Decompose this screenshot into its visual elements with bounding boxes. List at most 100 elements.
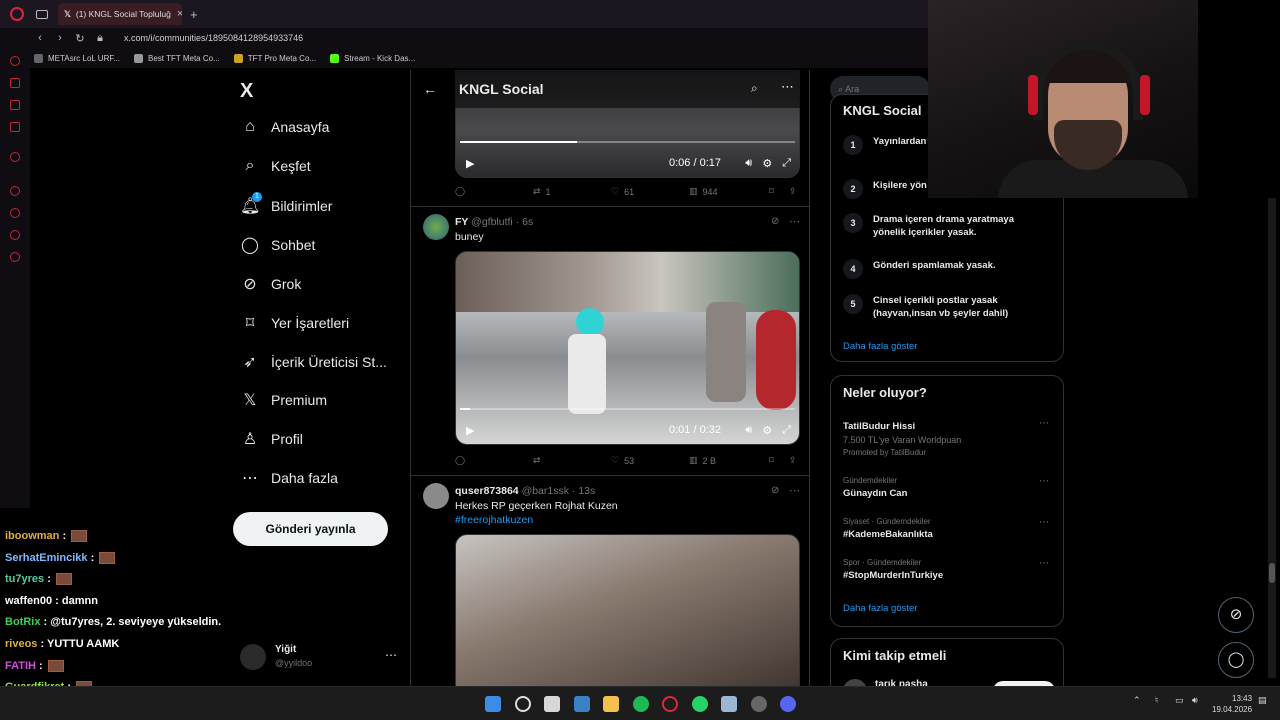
- back-arrow-icon[interactable]: ←: [423, 81, 437, 97]
- more-icon[interactable]: ⋯: [1039, 418, 1049, 429]
- discord-icon[interactable]: [780, 696, 796, 712]
- messages-floating-icon[interactable]: ◯: [1218, 642, 1254, 678]
- more-icon[interactable]: ⋯: [1039, 517, 1049, 528]
- fullscreen-icon[interactable]: ⤢: [782, 424, 791, 437]
- sidebar-app-icon[interactable]: [10, 100, 20, 110]
- like-button[interactable]: ♡ 61: [611, 186, 689, 197]
- tab-menu-icon[interactable]: [36, 9, 48, 19]
- bookmark-item[interactable]: METAsrc LoL URF...: [34, 53, 120, 63]
- play-icon[interactable]: ▶: [466, 157, 474, 170]
- system-clock[interactable]: 13:43 19.04.2026: [1212, 693, 1252, 715]
- folder-icon[interactable]: [603, 696, 619, 712]
- app-icon[interactable]: [721, 696, 737, 712]
- avatar[interactable]: [423, 483, 449, 509]
- back-icon[interactable]: ‹: [30, 32, 50, 44]
- chat-username[interactable]: riveos: [5, 638, 37, 650]
- tweet-media[interactable]: [455, 534, 800, 686]
- trend-item[interactable]: Gündemdekiler Günaydın Can ⋯: [843, 476, 1055, 499]
- tray-chevron-icon[interactable]: ⌃: [1133, 695, 1141, 706]
- whatsapp-icon[interactable]: [692, 696, 708, 712]
- history-icon[interactable]: [10, 208, 20, 218]
- avatar[interactable]: [423, 214, 449, 240]
- spotify-icon[interactable]: [633, 696, 649, 712]
- tweet-author[interactable]: FY @gfblutfi · 6s: [455, 216, 533, 228]
- nav-item-anasayfa[interactable]: ⌂ Anasayfa: [240, 118, 329, 136]
- trend-item[interactable]: TatilBudur Hissi 7.500 TL'ye Varan Worldp…: [843, 418, 1055, 457]
- settings-icon[interactable]: [10, 252, 20, 262]
- views-button[interactable]: ▥ 944: [689, 186, 769, 197]
- settings-icon[interactable]: ⚙: [762, 424, 772, 437]
- more-icon[interactable]: ⋯: [385, 648, 397, 662]
- mic-icon[interactable]: ♮: [1155, 695, 1158, 706]
- bookmark-button[interactable]: ⌑: [769, 455, 789, 466]
- app-icon[interactable]: [751, 696, 767, 712]
- network-icon[interactable]: ▭: [1175, 695, 1184, 706]
- tweet-author[interactable]: quser873864 @bar1ssk · 13s: [455, 485, 595, 497]
- repost-button[interactable]: ⇄ 1: [533, 186, 611, 197]
- x-logo[interactable]: X: [240, 80, 253, 103]
- nav-item-i-çerik-üreticisi-st-[interactable]: ➶ İçerik Üreticisi St...: [240, 352, 387, 372]
- share-button[interactable]: ⇪: [789, 455, 797, 466]
- url-field[interactable]: x.com/i/communities/1895084128954933746: [124, 33, 303, 43]
- search-icon[interactable]: ⌕: [751, 81, 758, 96]
- search-icon[interactable]: [515, 696, 531, 712]
- chat-username[interactable]: waffen00: [5, 595, 52, 607]
- settings-icon[interactable]: ⚙: [762, 157, 772, 170]
- new-tab-icon[interactable]: +: [190, 7, 198, 22]
- opera-logo-icon[interactable]: [10, 7, 24, 21]
- chat-username[interactable]: SerhatEmincikk: [5, 552, 88, 564]
- reload-icon[interactable]: ↻: [70, 32, 90, 45]
- volume-icon[interactable]: 🔊︎: [745, 424, 752, 437]
- opera-icon[interactable]: [662, 696, 678, 712]
- share-button[interactable]: ⇪: [789, 186, 797, 197]
- more-icon[interactable]: ⋯: [789, 215, 800, 228]
- grok-icon[interactable]: ⊘: [771, 485, 779, 496]
- chat-username[interactable]: tu7yres: [5, 573, 44, 585]
- bookmark-item[interactable]: Stream - Kick Das...: [330, 53, 415, 63]
- show-more-link[interactable]: Daha fazla göster: [843, 341, 917, 352]
- chat-username[interactable]: FATIH: [5, 660, 36, 672]
- grok-floating-icon[interactable]: ⊘: [1218, 597, 1254, 633]
- notification-icon[interactable]: ▤: [1258, 695, 1267, 706]
- nav-item-grok[interactable]: ⊘ Grok: [240, 274, 301, 294]
- hashtag-link[interactable]: #freerojhatkuzen: [455, 514, 533, 526]
- repost-button[interactable]: ⇄: [533, 455, 611, 466]
- bookmark-button[interactable]: ⌑: [769, 186, 789, 197]
- sidebar-app-icon[interactable]: [10, 78, 20, 88]
- reply-button[interactable]: ◯: [455, 186, 533, 197]
- nav-item-sohbet[interactable]: ◯ Sohbet: [240, 235, 315, 255]
- nav-item-daha-fazla[interactable]: ⋯ Daha fazla: [240, 468, 338, 488]
- trend-item[interactable]: Siyaset · Gündemdekiler #KademeBakanlıkta…: [843, 517, 1055, 540]
- nav-item-bildirimler[interactable]: 🔔︎ 1 Bildirimler: [240, 192, 332, 216]
- volume-icon[interactable]: 🔊︎: [745, 157, 752, 170]
- volume-icon[interactable]: 🔊︎: [1192, 695, 1198, 706]
- chat-username[interactable]: BotRix: [5, 616, 40, 628]
- post-button[interactable]: Gönderi yayınla: [233, 512, 388, 546]
- video-progress-bar[interactable]: [460, 141, 795, 143]
- chat-username[interactable]: iboowman: [5, 530, 59, 542]
- video-progress-bar[interactable]: [460, 408, 795, 410]
- grok-icon[interactable]: ⊘: [771, 216, 779, 227]
- sidebar-app-icon[interactable]: [10, 230, 20, 240]
- trend-item[interactable]: Spor · Gündemdekiler #StopMurderInTurkiye…: [843, 558, 1055, 581]
- sidebar-app-icon[interactable]: [10, 122, 20, 132]
- sidebar-app-icon[interactable]: [10, 186, 20, 196]
- scrollbar-thumb[interactable]: [1269, 563, 1275, 583]
- bookmark-item[interactable]: TFT Pro Meta Co...: [233, 53, 316, 63]
- nav-item-keşfet[interactable]: ⌕ Keşfet: [240, 157, 311, 175]
- more-icon[interactable]: ⋯: [781, 79, 794, 95]
- nav-item-yer-i-şaretleri[interactable]: ⌑ Yer İşaretleri: [240, 313, 349, 333]
- sidebar-x-icon[interactable]: [10, 152, 20, 162]
- fullscreen-icon[interactable]: ⤢: [782, 157, 791, 170]
- views-button[interactable]: ▥ 2 B: [689, 455, 769, 466]
- nav-item-profil[interactable]: ♙ Profil: [240, 429, 303, 449]
- tweet-video[interactable]: ▶ 0:01 / 0:32 🔊︎ ⚙ ⤢: [455, 251, 800, 445]
- more-icon[interactable]: ⋯: [1039, 558, 1049, 569]
- more-icon[interactable]: ⋯: [789, 484, 800, 497]
- show-more-link[interactable]: Daha fazla göster: [843, 603, 917, 614]
- active-tab[interactable]: 𝕏 (1) KNGL Social Topluluğ ×: [58, 3, 182, 25]
- start-icon[interactable]: [485, 696, 501, 712]
- play-icon[interactable]: ▶: [466, 424, 474, 437]
- forward-icon[interactable]: ›: [50, 32, 70, 44]
- like-button[interactable]: ♡ 53: [611, 455, 689, 466]
